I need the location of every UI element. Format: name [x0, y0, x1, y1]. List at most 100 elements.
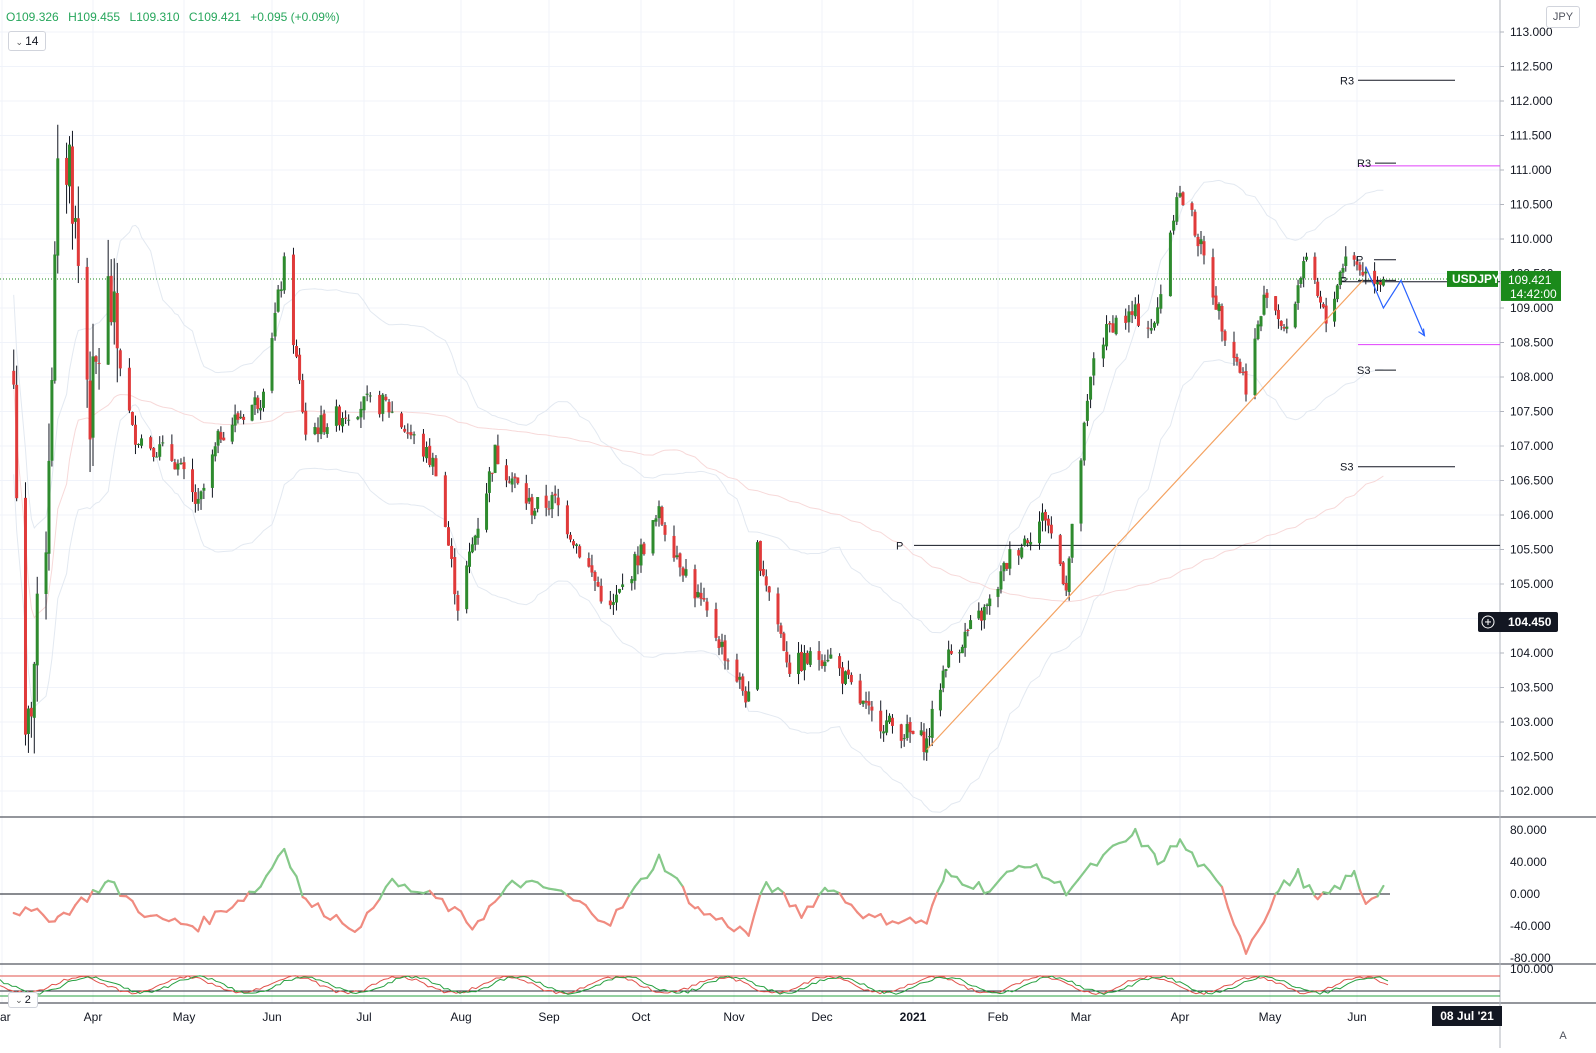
candle — [30, 702, 33, 738]
price-chart[interactable]: R3R3PPS3S3P 113.000112.500112.000111.500… — [0, 0, 1596, 1048]
rsi-segment — [1084, 864, 1090, 872]
price-tick-label: 111.500 — [1510, 129, 1552, 143]
candle-body — [1179, 193, 1182, 197]
candle-body — [1239, 362, 1242, 373]
candle-body — [779, 625, 782, 633]
candle-body — [508, 481, 511, 482]
candle-body — [86, 267, 89, 380]
rsi-segment — [623, 896, 629, 907]
rsi-segment — [1164, 846, 1170, 860]
candle — [1239, 359, 1242, 374]
rsi-segment — [442, 899, 448, 911]
rsi-segment — [760, 882, 766, 894]
indicator-period-value: 14 — [25, 34, 38, 48]
bar-countdown: 14:42:00 — [1510, 287, 1557, 301]
candle — [494, 445, 497, 473]
candle — [759, 541, 762, 576]
candle-body — [1305, 257, 1308, 260]
candle — [95, 355, 98, 374]
candle-body — [1059, 535, 1062, 564]
auto-scale-button[interactable]: A — [1553, 1027, 1573, 1045]
rsi-segment — [43, 915, 49, 922]
candle-body — [1254, 339, 1257, 395]
candle-body — [33, 664, 36, 718]
indicator-period-toggle[interactable]: ⌄14 — [8, 31, 46, 51]
candle — [356, 416, 359, 420]
candle-body — [942, 671, 945, 689]
candle-body — [1285, 327, 1288, 329]
candle — [149, 436, 152, 451]
candle-body — [95, 356, 98, 362]
candle-body — [850, 675, 853, 682]
candle — [676, 546, 679, 560]
rsi-segment — [1204, 865, 1210, 872]
candle-body — [262, 392, 265, 408]
candle — [879, 700, 882, 738]
candle — [909, 717, 912, 743]
candle-body — [465, 565, 468, 609]
candle — [313, 423, 316, 435]
lower-indicator-toggle[interactable]: ⌄2 — [8, 992, 38, 1008]
candle-body — [882, 731, 885, 733]
candle-body — [488, 471, 491, 493]
candle-body — [738, 677, 741, 680]
candle — [1325, 298, 1328, 332]
candle-body — [530, 497, 533, 515]
candle-body — [1182, 192, 1185, 205]
candle-body — [1344, 257, 1347, 266]
candle-body — [525, 483, 528, 503]
candle — [222, 432, 225, 441]
candle — [234, 405, 237, 433]
rsi-segment — [1135, 829, 1141, 846]
candle-body — [447, 527, 450, 545]
candle — [152, 447, 155, 461]
candle — [826, 650, 829, 663]
candle — [906, 715, 909, 741]
price-tick-label: 102.500 — [1510, 750, 1554, 764]
candle — [682, 566, 685, 581]
time-tick-label: 2021 — [900, 1010, 927, 1024]
candle — [68, 136, 71, 203]
price-tick-label: 110.000 — [1510, 232, 1553, 246]
time-tick-label: Sep — [538, 1010, 560, 1024]
rsi-segment — [1097, 855, 1103, 866]
candle-body — [621, 584, 624, 587]
candle — [1137, 295, 1140, 328]
candle — [1215, 286, 1218, 310]
candle — [557, 489, 560, 516]
candle — [496, 435, 499, 465]
candle-body — [1194, 212, 1197, 236]
currency-label[interactable]: JPY — [1546, 6, 1580, 28]
candle — [961, 645, 964, 654]
candle-body — [74, 218, 77, 222]
candle-body — [134, 425, 137, 445]
candle — [1086, 394, 1089, 426]
candle — [765, 569, 768, 591]
candle-body — [747, 692, 750, 702]
rsi-segment — [1072, 880, 1078, 887]
candle-body — [630, 579, 633, 583]
rsi-segment — [610, 910, 616, 926]
candle — [966, 629, 969, 637]
time-tick-label: Nov — [723, 1010, 744, 1024]
crosshair-price-tag: 104.450 — [1478, 612, 1558, 632]
candle — [1111, 315, 1114, 333]
candle — [1305, 253, 1308, 262]
candle — [800, 645, 803, 672]
price-tick-label: 107.000 — [1510, 439, 1554, 453]
candle-body — [838, 656, 841, 668]
candle-body — [98, 363, 101, 364]
chart-container[interactable]: R3R3PPS3S3P 113.000112.500112.000111.500… — [0, 0, 1596, 1048]
candle-body — [128, 368, 131, 411]
drawings[interactable] — [927, 267, 1425, 750]
candle — [77, 186, 80, 283]
ohlc-close: C109.421 — [189, 10, 241, 24]
candle-body — [785, 652, 788, 663]
candle-body — [765, 576, 768, 585]
candle — [1382, 277, 1385, 287]
rsi-segment — [1158, 861, 1164, 865]
candle-body — [1203, 241, 1206, 255]
candle — [1089, 377, 1092, 409]
candle — [1245, 363, 1248, 401]
candle — [468, 543, 471, 573]
